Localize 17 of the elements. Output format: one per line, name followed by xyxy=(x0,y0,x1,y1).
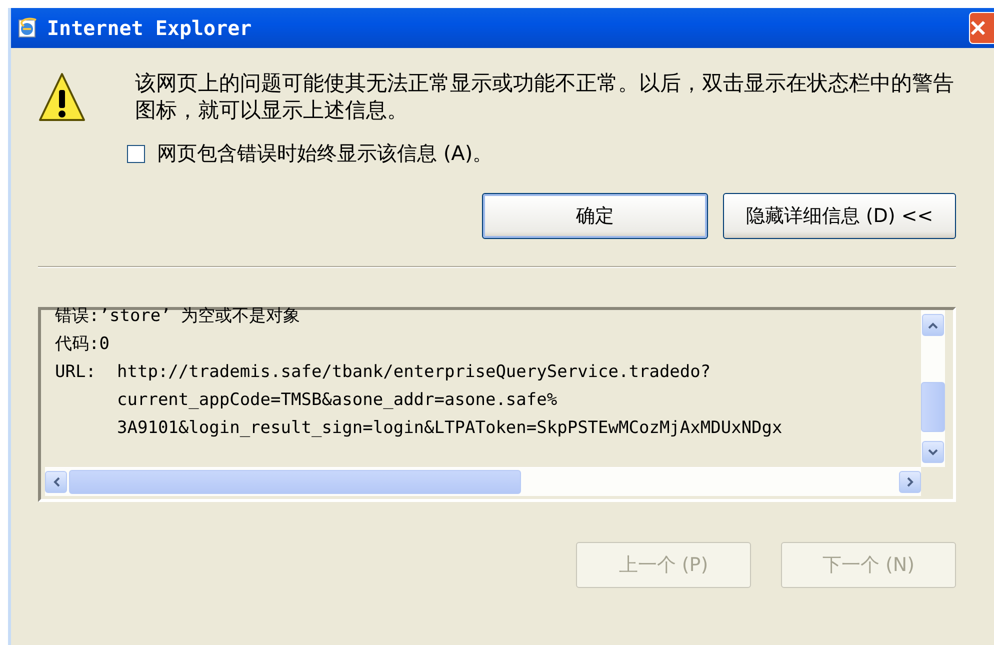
browser-icon xyxy=(17,17,39,39)
window-title: Internet Explorer xyxy=(47,16,253,40)
checkbox-label: 网页包含错误时始终显示该信息 (A)。 xyxy=(157,140,493,167)
detail-line: 错误:’store’ 为空或不是对象 xyxy=(55,305,300,328)
url-label: URL: xyxy=(55,361,97,384)
vertical-scrollbar[interactable] xyxy=(921,310,945,467)
close-icon xyxy=(970,20,986,36)
horizontal-scrollbar[interactable] xyxy=(45,467,921,496)
details-button[interactable]: 隐藏详细信息 (D) << xyxy=(723,193,956,239)
close-button[interactable] xyxy=(969,12,994,44)
ok-button[interactable]: 确定 xyxy=(482,193,708,239)
url-line: current_appCode=TMSB&asone_addr=asone.safe% xyxy=(117,389,558,412)
checkbox[interactable] xyxy=(127,144,145,162)
url-line: http://trademis.safe/tbank/enterpriseQueryService.tradedo? xyxy=(117,361,711,384)
url-line: 3A9101&login_result_sign=login&LTPAToken=SkpPSTEwMCozMjAxMDUxNDgx xyxy=(117,417,782,440)
warning-message: 该网页上的问题可能使其无法正常显示或功能不正常。以后，双击显示在状态栏中的警告图标，就可以显示上述信息。 xyxy=(135,70,955,124)
detail-line: 代码:0 xyxy=(55,333,110,356)
